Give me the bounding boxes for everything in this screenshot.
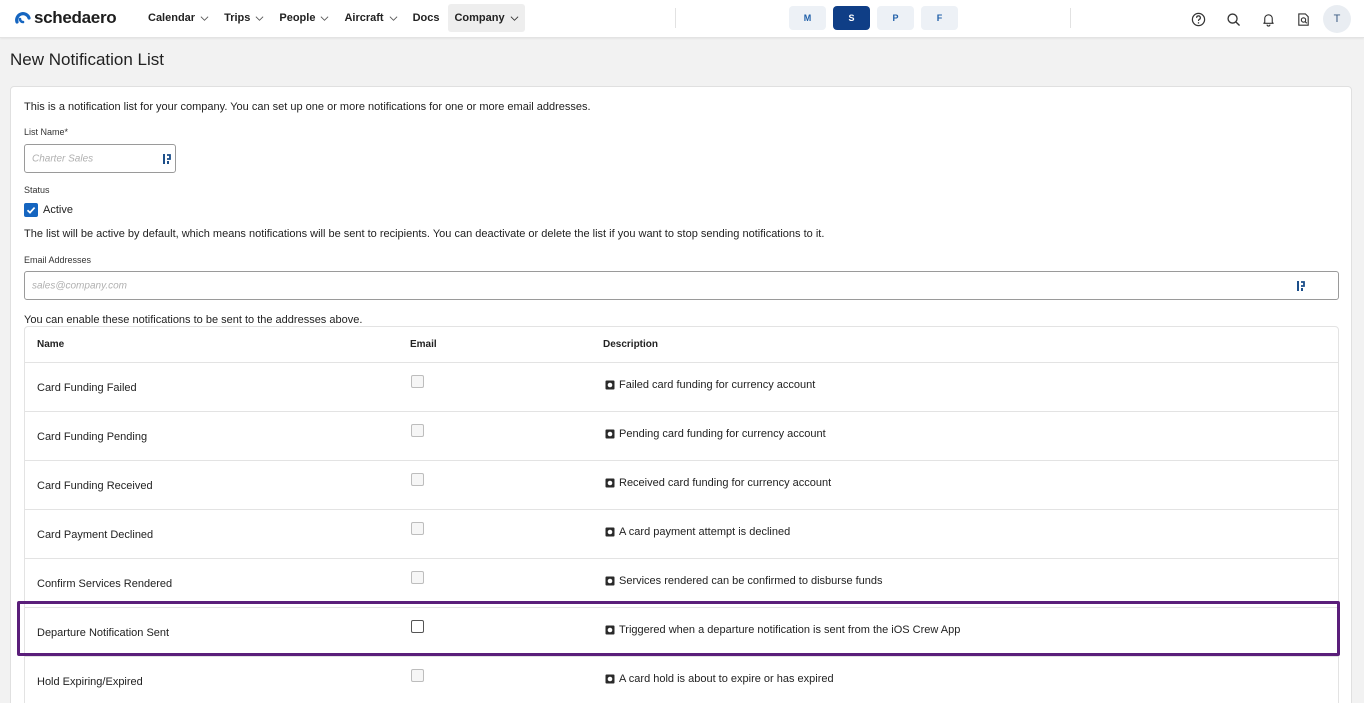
checkmark-icon xyxy=(26,207,36,214)
enable-notifications-note: You can enable these notifications to be… xyxy=(24,314,363,326)
notification-name: Hold Expiring/Expired xyxy=(37,676,143,688)
email-addresses-input[interactable]: sales@company.com xyxy=(24,271,1339,300)
chevron-down-icon xyxy=(200,15,209,21)
table-row: Card Funding Received Received card fund… xyxy=(25,461,1338,510)
mode-m-button[interactable]: M xyxy=(789,6,826,30)
email-checkbox[interactable] xyxy=(411,522,424,535)
nav-calendar-label: Calendar xyxy=(148,12,196,24)
avatar[interactable]: T xyxy=(1323,5,1351,33)
password-manager-icon[interactable] xyxy=(1296,280,1306,292)
chevron-down-icon xyxy=(321,15,329,21)
active-checkbox-label[interactable]: Active xyxy=(43,204,73,216)
info-icon xyxy=(605,576,615,586)
notification-description: A card payment attempt is declined xyxy=(605,526,790,538)
column-header-description: Description xyxy=(603,339,659,350)
nav-trips-label: Trips xyxy=(224,12,251,24)
email-checkbox[interactable] xyxy=(411,571,424,584)
info-icon xyxy=(605,429,615,439)
notification-description: Received card funding for currency accou… xyxy=(605,477,831,489)
notifications-button[interactable] xyxy=(1255,6,1281,32)
nav-aircraft[interactable]: Aircraft xyxy=(338,4,403,32)
table-row: Hold Expiring/Expired A card hold is abo… xyxy=(25,657,1338,703)
nav-people[interactable]: People xyxy=(273,4,335,32)
document-search-button[interactable] xyxy=(1290,6,1316,32)
highlighted-row-outline xyxy=(17,601,1340,656)
notification-name: Confirm Services Rendered xyxy=(37,578,173,590)
nav-aircraft-label: Aircraft xyxy=(344,12,384,24)
intro-text: This is a notification list for your com… xyxy=(24,101,591,113)
nav-calendar[interactable]: Calendar xyxy=(142,4,215,32)
chevron-down-icon xyxy=(389,15,397,21)
info-icon xyxy=(605,380,615,390)
nav-trips[interactable]: Trips xyxy=(218,4,270,32)
list-name-label: List Name* xyxy=(24,127,69,137)
email-addresses-label: Email Addresses xyxy=(24,255,92,265)
table-header: Name Email Description xyxy=(25,327,1338,363)
divider xyxy=(675,8,676,28)
description-text: Received card funding for currency accou… xyxy=(619,477,832,489)
table-row: Card Payment Declined A card payment att… xyxy=(25,510,1338,559)
top-navigation-bar: schedaero Calendar Trips People Aircraft… xyxy=(0,0,1364,38)
nav-company[interactable]: Company xyxy=(448,4,525,32)
info-icon xyxy=(605,674,615,684)
document-search-icon xyxy=(1297,12,1309,26)
notification-description: Failed card funding for currency account xyxy=(605,379,815,391)
brand-name: schedaero xyxy=(34,8,117,27)
chevron-down-icon xyxy=(255,15,264,21)
description-text: A card hold is about to expire or has ex… xyxy=(619,673,834,685)
chevron-down-icon xyxy=(510,15,519,21)
mode-switcher: M S P F xyxy=(789,6,965,30)
help-icon xyxy=(1191,12,1205,26)
status-note: The list will be active by default, whic… xyxy=(24,228,825,240)
email-addresses-placeholder: sales@company.com xyxy=(32,280,127,291)
info-icon xyxy=(605,478,615,488)
table-row: Card Funding Failed Failed card funding … xyxy=(25,363,1338,412)
nav-people-label: People xyxy=(279,12,316,24)
list-name-placeholder: Charter Sales xyxy=(32,153,94,164)
active-checkbox[interactable] xyxy=(24,203,38,217)
top-icon-bar: T xyxy=(1185,5,1351,33)
email-checkbox[interactable] xyxy=(411,375,424,388)
email-checkbox[interactable] xyxy=(411,424,424,437)
bell-icon xyxy=(1262,13,1274,27)
divider xyxy=(1070,8,1071,28)
notification-description: Services rendered can be confirmed to di… xyxy=(605,575,883,587)
mode-f-button[interactable]: F xyxy=(921,6,958,30)
email-checkbox[interactable] xyxy=(411,669,424,682)
page-title: New Notification List xyxy=(10,50,165,69)
search-icon xyxy=(1226,12,1240,26)
notification-name: Card Funding Pending xyxy=(37,431,148,443)
mode-s-button[interactable]: S xyxy=(833,6,870,30)
description-text: Services rendered can be confirmed to di… xyxy=(619,575,883,587)
nav-company-label: Company xyxy=(454,12,505,24)
description-text: Pending card funding for currency accoun… xyxy=(619,428,826,440)
table-row: Card Funding Pending Pending card fundin… xyxy=(25,412,1338,461)
brand-logo[interactable]: schedaero xyxy=(14,8,117,28)
help-button[interactable] xyxy=(1185,6,1211,32)
nav-docs[interactable]: Docs xyxy=(407,4,446,32)
nav-docs-label: Docs xyxy=(412,12,440,24)
main-nav: Calendar Trips People Aircraft Docs Comp… xyxy=(142,4,528,32)
description-text: A card payment attempt is declined xyxy=(619,526,791,538)
notification-name: Card Funding Received xyxy=(37,480,153,492)
info-icon xyxy=(605,527,615,537)
list-name-input[interactable]: Charter Sales xyxy=(24,144,176,173)
mode-p-button[interactable]: P xyxy=(877,6,914,30)
column-header-email: Email xyxy=(410,339,437,350)
email-checkbox[interactable] xyxy=(411,473,424,486)
search-button[interactable] xyxy=(1220,6,1246,32)
column-header-name: Name xyxy=(37,339,65,350)
password-manager-icon[interactable] xyxy=(162,153,172,165)
notification-name: Card Payment Declined xyxy=(37,529,154,541)
status-label: Status xyxy=(24,185,50,195)
description-text: Failed card funding for currency account xyxy=(619,379,816,391)
notification-name: Card Funding Failed xyxy=(37,382,137,394)
notification-description: Pending card funding for currency accoun… xyxy=(605,428,826,440)
notification-description: A card hold is about to expire or has ex… xyxy=(605,673,834,685)
logo-mark-icon xyxy=(15,12,31,24)
